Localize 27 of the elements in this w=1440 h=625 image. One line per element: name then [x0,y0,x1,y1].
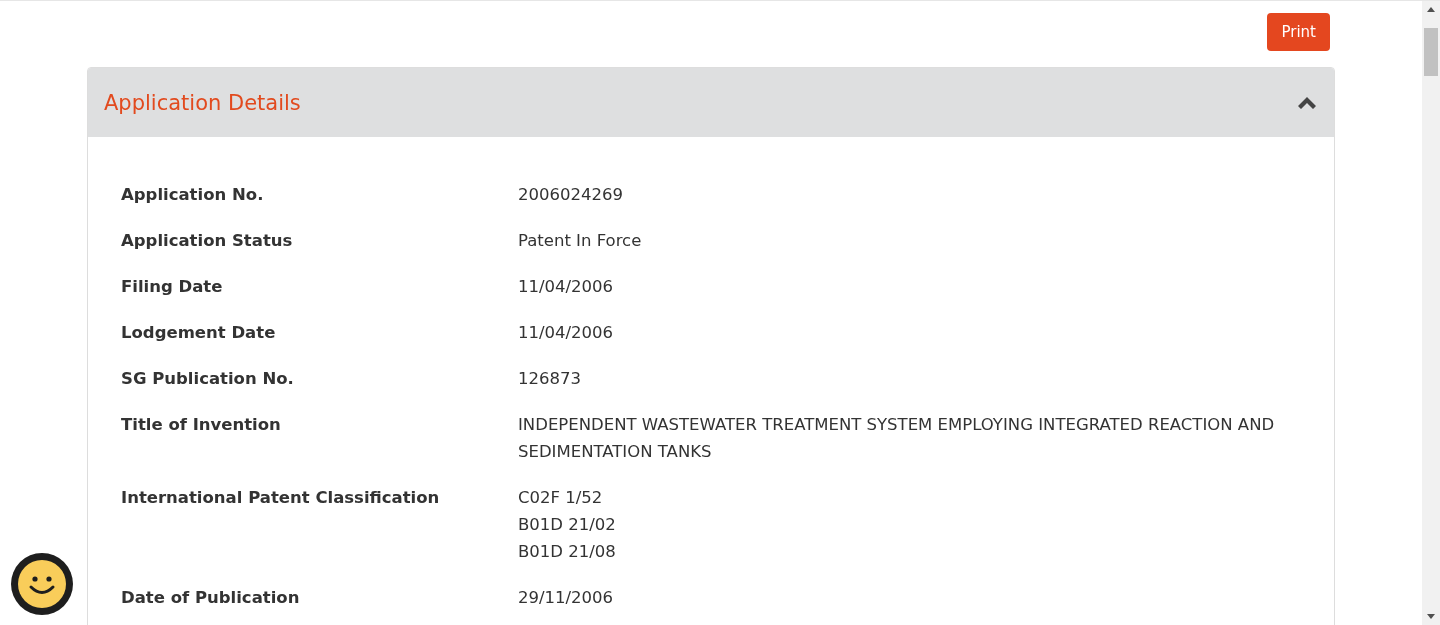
smiley-icon[interactable] [11,553,73,615]
scroll-down-icon[interactable] [1427,614,1435,619]
field-value: 11/04/2006 [518,322,615,344]
field-value: 2006024269 [518,184,624,206]
field-label: International Patent Classification [121,487,441,509]
field-label: Title of Invention [121,414,282,436]
field-label: Lodgement Date [121,322,277,344]
field-value: 11/04/2006 [518,276,615,298]
field-label: Application No. [121,184,265,206]
scrollbar-thumb[interactable] [1424,28,1438,76]
field-value: 126873 [518,368,582,390]
field-label: SG Publication No. [121,368,295,390]
field-label: Filing Date [121,276,224,298]
field-value: C02F 1/52 [518,487,604,509]
panel-header[interactable]: Application Details [88,68,1334,137]
print-button[interactable]: Print [1267,13,1330,51]
field-value: INDEPENDENT WASTEWATER TREATMENT SYSTEM EMPLOYING INTEGRATED REACTION AND SEDIMENTATION TANKS [518,414,1276,463]
field-value: 29/11/2006 [518,587,615,609]
scroll-up-icon[interactable] [1427,7,1435,12]
field-value: Patent In Force [518,230,643,252]
chevron-up-icon[interactable] [1298,96,1316,109]
field-value: B01D 21/02 [518,514,617,536]
scrollbar[interactable] [1422,1,1440,625]
field-value: B01D 21/08 [518,541,617,563]
field-label: Application Status [121,230,294,252]
field-label: Date of Publication [121,587,301,609]
panel-title: Application Details [104,90,301,115]
